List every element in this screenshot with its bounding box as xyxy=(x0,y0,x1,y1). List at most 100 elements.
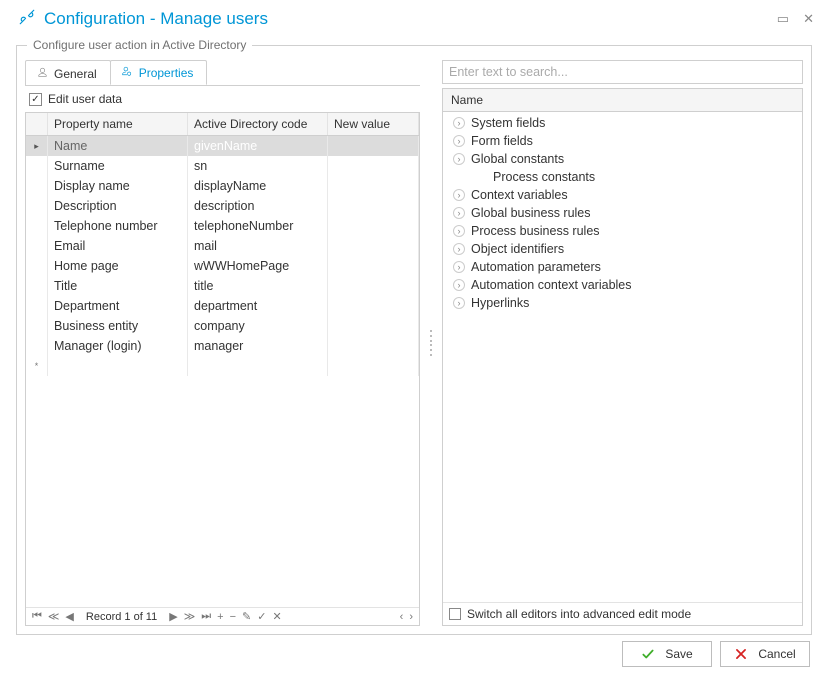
nav-nextpage-icon[interactable]: ≫ xyxy=(184,610,196,623)
table-row[interactable]: Surnamesn xyxy=(26,156,419,176)
cell-new-value[interactable] xyxy=(328,256,419,276)
expand-icon[interactable]: › xyxy=(453,243,465,255)
tree-item[interactable]: ›Automation context variables xyxy=(443,276,802,294)
cell-property[interactable]: Title xyxy=(48,276,188,296)
maximize-icon[interactable]: ▭ xyxy=(777,11,789,27)
cell-ad-code[interactable]: displayName xyxy=(188,176,328,196)
cell-property[interactable]: Manager (login) xyxy=(48,336,188,356)
tree-item[interactable]: › Object identifiers xyxy=(443,240,802,258)
cell-ad-code[interactable]: telephoneNumber xyxy=(188,216,328,236)
nav-prevpage-icon[interactable]: ≪ xyxy=(48,610,60,623)
cell-new-value[interactable] xyxy=(328,136,419,156)
expand-icon[interactable]: › xyxy=(453,207,465,219)
expand-icon[interactable]: › xyxy=(453,279,465,291)
cell-new-value[interactable] xyxy=(328,196,419,216)
tree-item[interactable]: ›Context variables xyxy=(443,186,802,204)
table-row[interactable]: Emailmail xyxy=(26,236,419,256)
tree-item[interactable]: ›System fields xyxy=(443,114,802,132)
expand-icon[interactable]: › xyxy=(453,297,465,309)
nav-add-icon[interactable]: + xyxy=(217,611,223,623)
tree-header[interactable]: Name xyxy=(443,89,802,112)
nav-cancel-icon[interactable]: ✕ xyxy=(272,610,281,623)
expand-icon[interactable]: › xyxy=(453,135,465,147)
cell-ad-code[interactable]: department xyxy=(188,296,328,316)
cell-property[interactable]: Telephone number xyxy=(48,216,188,236)
nav-scroll-left-icon[interactable]: ‹ xyxy=(400,611,404,623)
new-row[interactable]: * xyxy=(26,356,419,376)
table-row[interactable]: Descriptiondescription xyxy=(26,196,419,216)
cell-property[interactable]: Surname xyxy=(48,156,188,176)
nav-next-icon[interactable]: ▶ xyxy=(169,610,177,623)
cell-new-value[interactable] xyxy=(328,216,419,236)
cell-ad-code[interactable]: company xyxy=(188,316,328,336)
tab-general-label: General xyxy=(54,67,97,81)
nav-last-icon[interactable]: ⏭ xyxy=(201,610,211,623)
tree-item[interactable]: ›Hyperlinks xyxy=(443,294,802,312)
cell-new-value[interactable] xyxy=(328,336,419,356)
nav-remove-icon[interactable]: − xyxy=(230,611,236,623)
splitter-handle[interactable] xyxy=(428,329,434,357)
advanced-mode-checkbox[interactable] xyxy=(449,608,461,620)
cell-new-value[interactable] xyxy=(328,156,419,176)
tree-item-label: Process constants xyxy=(493,170,595,184)
save-button[interactable]: Save xyxy=(622,641,712,667)
expand-icon[interactable]: › xyxy=(453,117,465,129)
cell-new-value[interactable] xyxy=(328,236,419,256)
col-new-value[interactable]: New value xyxy=(328,113,419,135)
cell-new-value[interactable] xyxy=(328,316,419,336)
nav-commit-icon[interactable]: ✓ xyxy=(257,610,266,623)
tree-item-label: Global constants xyxy=(471,152,564,166)
cell-new-value[interactable] xyxy=(328,176,419,196)
save-label: Save xyxy=(665,647,692,661)
cancel-button[interactable]: Cancel xyxy=(720,641,810,667)
cell-ad-code[interactable]: manager xyxy=(188,336,328,356)
table-row[interactable]: Titletitle xyxy=(26,276,419,296)
tab-general[interactable]: General xyxy=(25,60,111,85)
close-icon[interactable]: ✕ xyxy=(803,11,814,27)
tree-item[interactable]: ›Form fields xyxy=(443,132,802,150)
expand-icon[interactable]: › xyxy=(453,225,465,237)
cell-property[interactable]: Display name xyxy=(48,176,188,196)
cell-ad-code[interactable]: wWWHomePage xyxy=(188,256,328,276)
cell-ad-code[interactable]: title xyxy=(188,276,328,296)
cell-property[interactable]: Email xyxy=(48,236,188,256)
tree-item[interactable]: ›Process constants xyxy=(443,168,802,186)
cell-ad-code[interactable]: mail xyxy=(188,236,328,256)
cell-ad-code[interactable]: sn xyxy=(188,156,328,176)
nav-prev-icon[interactable]: ◀ xyxy=(65,610,73,623)
cell-ad-code[interactable]: description xyxy=(188,196,328,216)
tab-properties[interactable]: Properties xyxy=(110,60,208,85)
cell-new-value[interactable] xyxy=(328,276,419,296)
table-row[interactable]: Telephone numbertelephoneNumber xyxy=(26,216,419,236)
nav-edit-icon[interactable]: ✎ xyxy=(242,610,251,623)
cell-property[interactable]: Home page xyxy=(48,256,188,276)
col-property-name[interactable]: Property name xyxy=(48,113,188,135)
table-row[interactable]: Departmentdepartment xyxy=(26,296,419,316)
col-ad-code[interactable]: Active Directory code xyxy=(188,113,328,135)
search-input[interactable]: Enter text to search... xyxy=(442,60,803,84)
tree-item-label: Object identifiers xyxy=(471,242,564,256)
expand-icon[interactable]: › xyxy=(453,153,465,165)
expand-icon[interactable]: › xyxy=(453,189,465,201)
table-row[interactable]: ▸NamegivenName xyxy=(26,136,419,156)
tree-item[interactable]: ›Process business rules xyxy=(443,222,802,240)
nav-scroll-right-icon[interactable]: › xyxy=(409,611,413,623)
tree-item[interactable]: › Global constants xyxy=(443,150,802,168)
nav-first-icon[interactable]: ⏮ xyxy=(32,610,42,623)
cell-property[interactable]: Department xyxy=(48,296,188,316)
tree-item[interactable]: ›Automation parameters xyxy=(443,258,802,276)
cell-property[interactable]: Business entity xyxy=(48,316,188,336)
cell-ad-code[interactable]: givenName xyxy=(188,136,328,156)
table-row[interactable]: Manager (login)manager xyxy=(26,336,419,356)
tree-item[interactable]: ›Global business rules xyxy=(443,204,802,222)
cell-property[interactable]: Description xyxy=(48,196,188,216)
table-row[interactable]: Business entitycompany xyxy=(26,316,419,336)
table-row[interactable]: Home pagewWWHomePage xyxy=(26,256,419,276)
cell-property[interactable]: Name xyxy=(48,136,188,156)
edit-user-data-checkbox[interactable]: ✓ Edit user data xyxy=(25,86,420,112)
row-indicator xyxy=(26,176,48,196)
tabs: General Properties xyxy=(25,60,420,86)
cell-new-value[interactable] xyxy=(328,296,419,316)
table-row[interactable]: Display namedisplayName xyxy=(26,176,419,196)
expand-icon[interactable]: › xyxy=(453,261,465,273)
